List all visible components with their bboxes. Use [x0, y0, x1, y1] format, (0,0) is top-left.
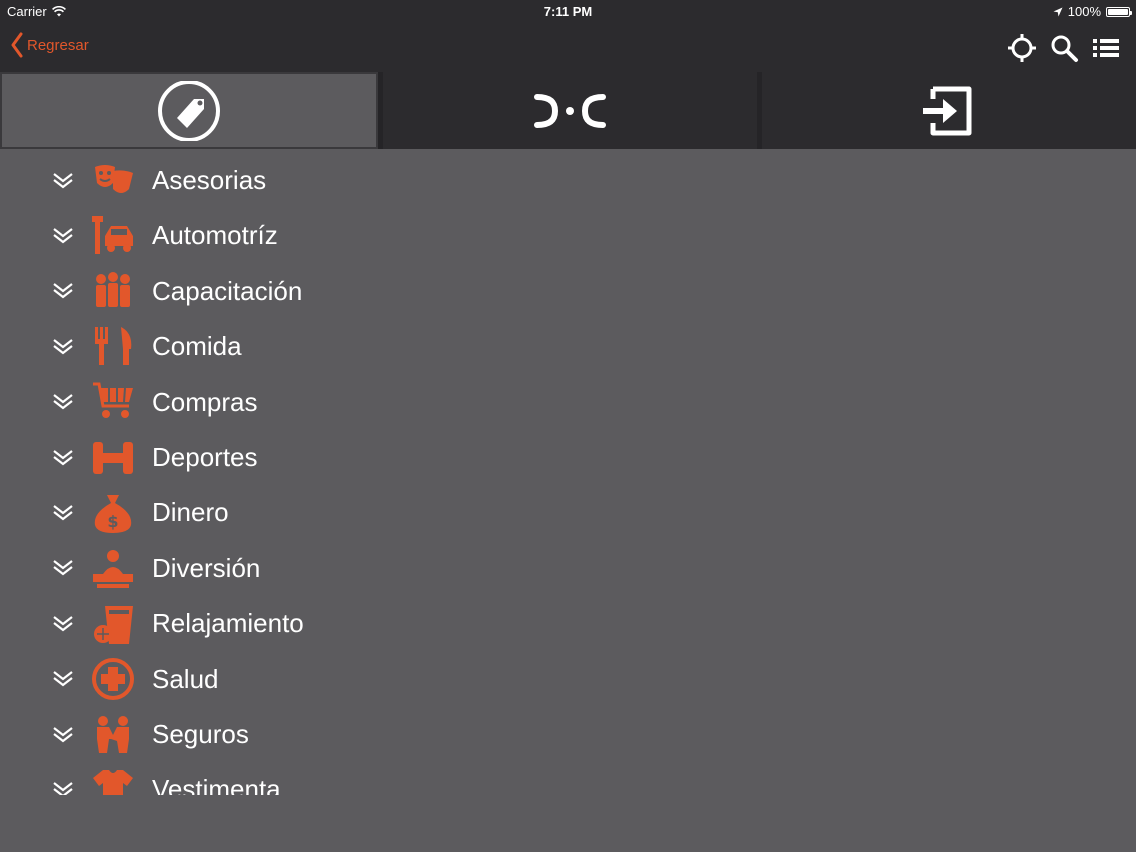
- category-label: Dinero: [152, 497, 229, 528]
- tab-categories[interactable]: [0, 72, 378, 149]
- tag-icon: [158, 80, 220, 141]
- chevron-double-down-icon[interactable]: [52, 781, 74, 795]
- chevron-double-down-icon[interactable]: [52, 282, 74, 300]
- list-icon: [1093, 39, 1119, 57]
- category-label: Deportes: [152, 442, 258, 472]
- category-item[interactable]: Seguros: [0, 707, 600, 762]
- category-item[interactable]: Automotríz: [0, 208, 600, 263]
- chevron-double-down-icon[interactable]: [52, 449, 74, 467]
- category-label: Comida: [152, 331, 242, 362]
- category-item[interactable]: Compras: [0, 375, 600, 430]
- tshirt-icon: [88, 767, 138, 795]
- nav-bar: Regresar: [0, 24, 1136, 71]
- category-label: Vestimenta: [152, 774, 281, 795]
- chevron-double-down-icon[interactable]: [52, 393, 74, 411]
- battery-percent: 100%: [1067, 4, 1101, 19]
- wifi-icon: [51, 6, 66, 17]
- chevron-double-down-icon[interactable]: [52, 504, 74, 522]
- login-icon: [923, 86, 972, 135]
- logo-icon: [534, 93, 606, 128]
- category-label: Compras: [152, 386, 258, 417]
- search-icon: [1051, 35, 1078, 62]
- category-item[interactable]: Relajamiento: [0, 596, 600, 651]
- category-label: Relajamiento: [152, 608, 304, 639]
- search-button[interactable]: [1048, 33, 1080, 63]
- category-label: Salud: [152, 663, 219, 694]
- chevron-double-down-icon[interactable]: [52, 726, 74, 744]
- menu-button[interactable]: [1090, 33, 1122, 63]
- category-item[interactable]: Asesorias: [0, 153, 600, 208]
- status-bar: Carrier 7:11 PM 100%: [0, 0, 1136, 24]
- people-group-icon: [88, 268, 138, 314]
- top-bar: Carrier 7:11 PM 100% Regresar: [0, 0, 1136, 72]
- carrier-label: Carrier: [7, 4, 47, 19]
- location-arrow-icon: [1053, 7, 1063, 16]
- chevron-double-down-icon[interactable]: [52, 670, 74, 688]
- locate-button[interactable]: [1006, 33, 1038, 63]
- fork-knife-icon: [88, 324, 138, 370]
- category-label: Seguros: [152, 719, 249, 749]
- tab-home[interactable]: [383, 72, 757, 149]
- category-label: Automotríz: [152, 220, 278, 251]
- category-label: Asesorias: [152, 165, 267, 195]
- back-button[interactable]: Regresar: [10, 32, 89, 58]
- dumbbell-icon: [88, 435, 138, 481]
- back-label: Regresar: [27, 36, 89, 54]
- chevron-double-down-icon[interactable]: [52, 172, 74, 190]
- category-list: Asesorias Automotríz Capacitación Comida Com…: [0, 153, 1136, 795]
- category-item[interactable]: Diversión: [0, 541, 600, 596]
- drink-icon: [88, 601, 138, 647]
- category-item[interactable]: Vestimenta: [0, 762, 600, 795]
- dj-icon: [88, 545, 138, 591]
- category-item[interactable]: $ Dinero: [0, 485, 600, 540]
- handshake-icon: [88, 712, 138, 758]
- category-item[interactable]: Deportes: [0, 430, 600, 485]
- chevron-double-down-icon[interactable]: [52, 338, 74, 356]
- category-label: Capacitación: [152, 275, 303, 306]
- status-time: 7:11 PM: [543, 4, 593, 19]
- crosshair-icon: [1008, 34, 1036, 62]
- tab-login[interactable]: [762, 72, 1136, 149]
- status-right: 100%: [1053, 4, 1132, 19]
- tab-bar: [0, 72, 1136, 149]
- car-wrench-icon: [88, 213, 138, 259]
- carrier-status: Carrier: [7, 4, 66, 19]
- money-bag-icon: $: [88, 490, 138, 536]
- category-label: Diversión: [152, 552, 261, 583]
- category-item[interactable]: Comida: [0, 319, 600, 374]
- chevron-double-down-icon[interactable]: [52, 559, 74, 577]
- category-item[interactable]: Capacitación: [0, 264, 600, 319]
- chevron-double-down-icon[interactable]: [52, 227, 74, 245]
- svg-text:$: $: [107, 512, 118, 531]
- shopping-cart-icon: [88, 379, 138, 425]
- theater-masks-icon: [88, 158, 138, 204]
- category-item[interactable]: Salud: [0, 652, 600, 707]
- medical-cross-icon: [88, 656, 138, 702]
- battery-icon: [1106, 6, 1132, 17]
- chevron-left-icon: [11, 32, 23, 58]
- chevron-double-down-icon[interactable]: [52, 615, 74, 633]
